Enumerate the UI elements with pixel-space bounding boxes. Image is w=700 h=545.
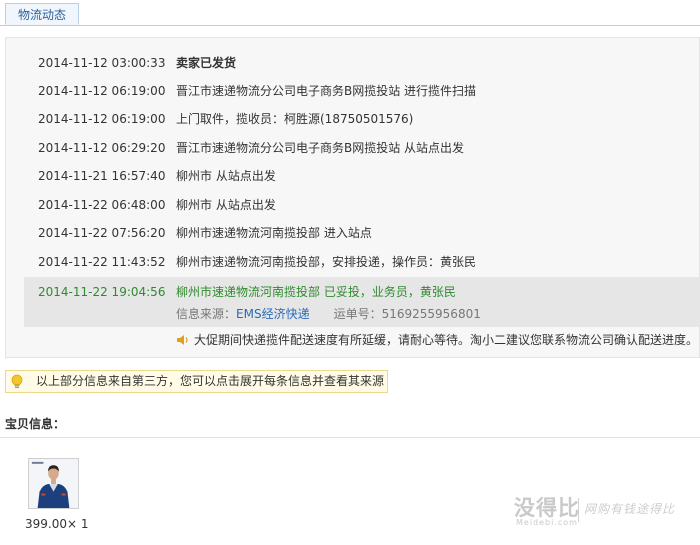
event-time: 2014-11-22 06:48:00 [38, 198, 166, 212]
section-divider [0, 437, 700, 438]
tab-bar: 物流动态 [0, 0, 700, 26]
latest-event-time: 2014-11-22 19:04:56 [38, 285, 166, 299]
watermark-domain: Meidebi.com [516, 518, 578, 527]
third-party-text: 以上部分信息来自第三方，您可以点击展开每条信息并查看其来源 [36, 374, 385, 388]
event-time: 2014-11-21 16:57:40 [38, 169, 166, 183]
event-desc: 晋江市速递物流分公司电子商务B网揽投站 从站点出发 [176, 141, 465, 155]
waybill-label: 运单号： [333, 307, 382, 321]
event-time: 2014-11-12 03:00:33 [38, 56, 166, 70]
event-time: 2014-11-22 07:56:20 [38, 226, 166, 240]
carrier-link[interactable]: EMS经济快递 [236, 307, 310, 321]
event-source: 信息来源：EMS经济快递 运单号：5169255956801 [176, 306, 481, 322]
logistics-event-row: 2014-11-12 03:00:33 卖家已发货 [24, 49, 699, 77]
event-desc: 柳州市 从站点出发 [176, 169, 276, 183]
third-party-info-bar: 以上部分信息来自第三方，您可以点击展开每条信息并查看其来源 [5, 370, 388, 393]
event-time: 2014-11-12 06:19:00 [38, 84, 166, 98]
lightbulb-icon [11, 374, 23, 388]
logistics-event-row: 2014-11-12 06:19:00 上门取件，揽收员：柯胜源(1875050… [24, 105, 699, 133]
event-desc: 柳州市速递物流河南揽投部 进入站点 [176, 226, 372, 240]
tab-logistics[interactable]: 物流动态 [5, 3, 79, 25]
logistics-event-row: 2014-11-22 06:48:00 柳州市 从站点出发 [24, 191, 699, 219]
product-price-qty: 399.00× 1 [25, 517, 89, 531]
product-image [29, 459, 78, 508]
product-thumbnail[interactable] [28, 458, 79, 509]
event-time: 2014-11-22 11:43:52 [38, 255, 166, 269]
latest-event-row: 2014-11-22 19:04:56 柳州市速递物流河南揽投部 已妥投，业务员… [24, 277, 700, 327]
event-desc: 晋江市速递物流分公司电子商务B网揽投站 进行揽件扫描 [176, 84, 477, 98]
logistics-event-row: 2014-11-12 06:29:20 晋江市速递物流分公司电子商务B网揽投站 … [24, 134, 699, 162]
logistics-event-row: 2014-11-22 07:56:20 柳州市速递物流河南揽投部 进入站点 [24, 219, 699, 247]
event-time: 2014-11-12 06:29:20 [38, 141, 166, 155]
event-desc: 卖家已发货 [176, 56, 237, 70]
event-desc: 上门取件，揽收员：柯胜源(18750501576) [176, 112, 414, 126]
watermark: 没得比 Meidebi.com 网购有钱途得比 [512, 492, 700, 532]
event-time: 2014-11-12 06:19:00 [38, 112, 166, 126]
source-label: 信息来源： [176, 307, 237, 321]
logistics-event-row: 2014-11-12 06:19:00 晋江市速递物流分公司电子商务B网揽投站 … [24, 77, 699, 105]
event-desc: 柳州市速递物流河南揽投部，安排投递，操作员：黄张民 [176, 255, 477, 269]
waybill-number: 5169255956801 [381, 307, 481, 321]
product-section-title: 宝贝信息： [5, 417, 66, 431]
notice-text: 大促期间快递揽件配送速度有所延缓，请耐心等待。淘小二建议您联系物流公司确认配送进… [194, 333, 699, 347]
logistics-event-row: 2014-11-21 16:57:40 柳州市 从站点出发 [24, 162, 699, 190]
logistics-panel: 2014-11-12 03:00:33 卖家已发货 2014-11-12 06:… [5, 37, 700, 358]
watermark-slogan: 网购有钱途得比 [584, 502, 676, 516]
event-desc: 柳州市 从站点出发 [176, 198, 276, 212]
logistics-event-row: 2014-11-22 11:43:52 柳州市速递物流河南揽投部，安排投递，操作… [24, 248, 699, 276]
speaker-icon [177, 335, 188, 345]
latest-event-desc: 柳州市速递物流河南揽投部 已妥投，业务员，黄张民 [176, 285, 456, 299]
